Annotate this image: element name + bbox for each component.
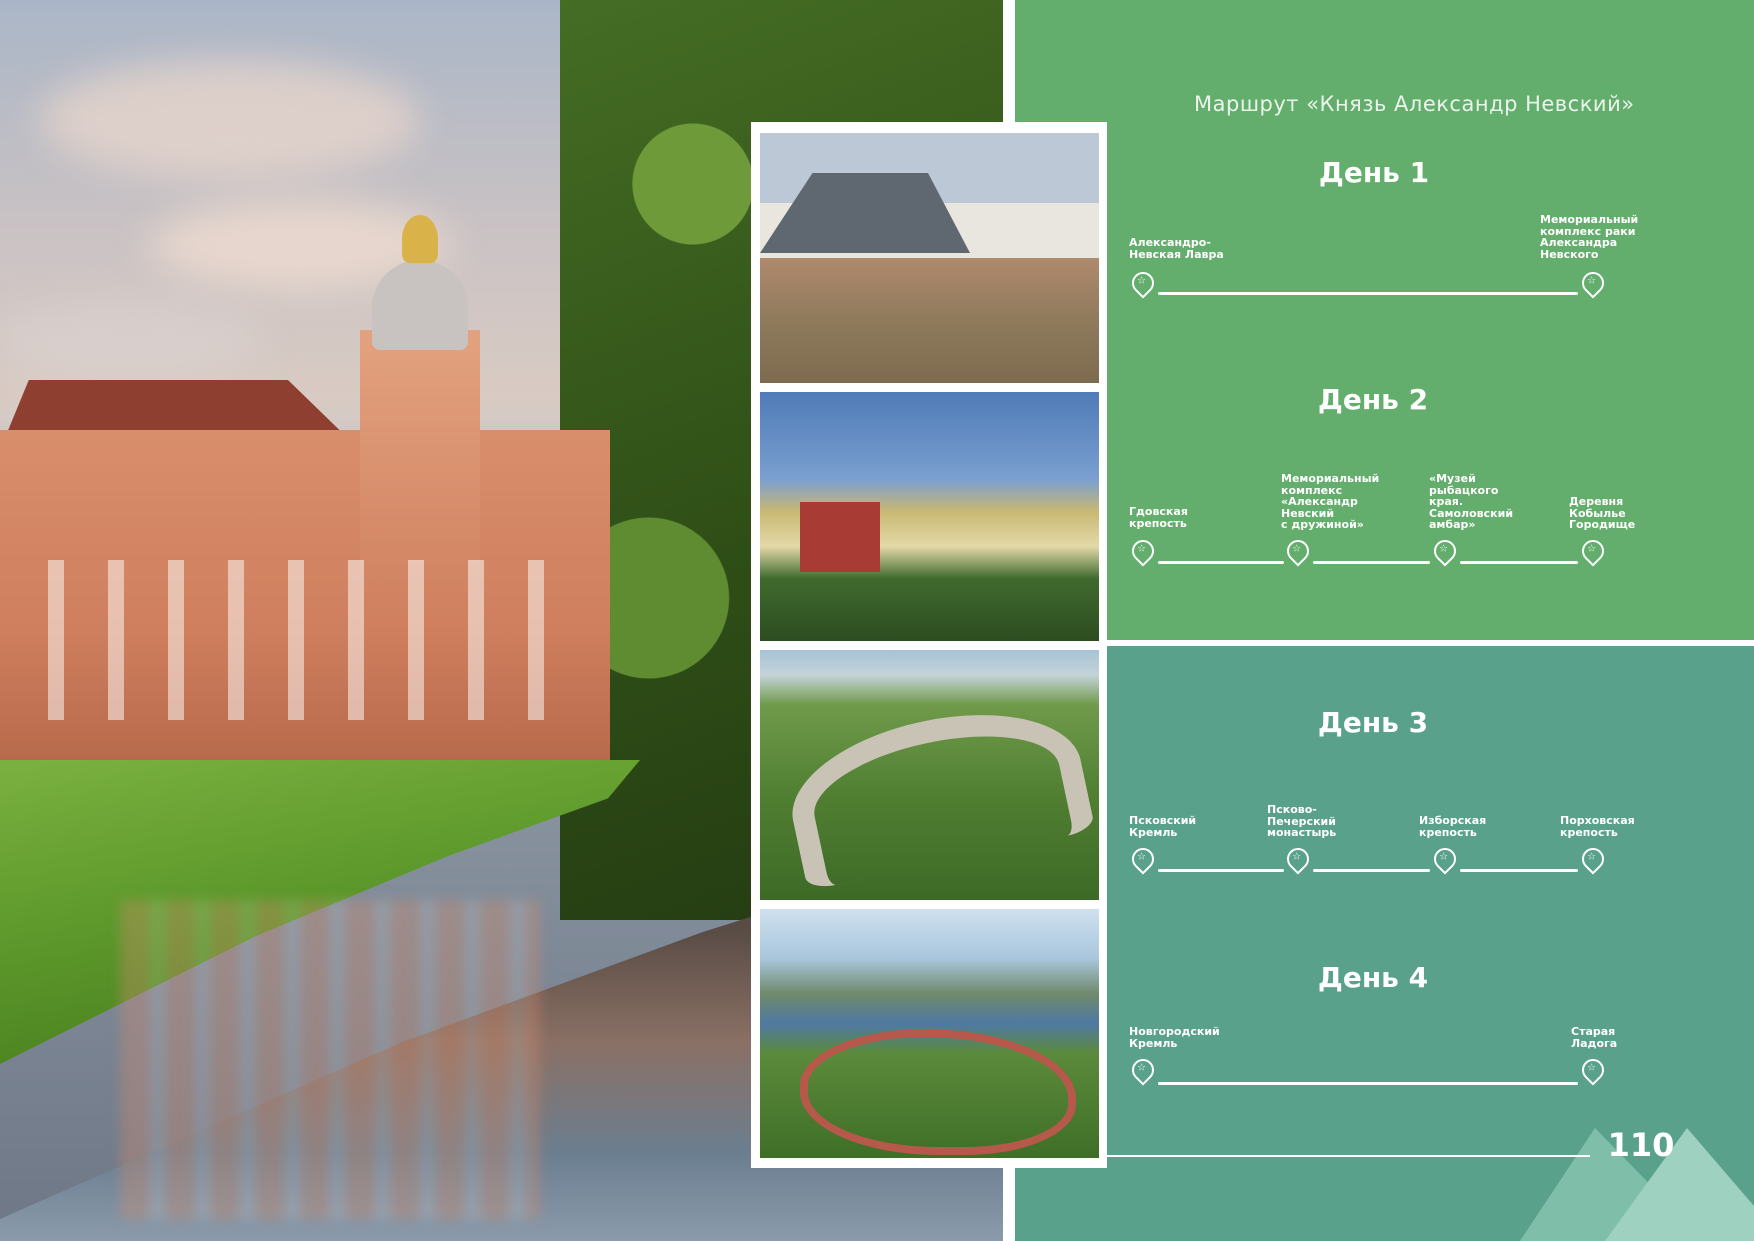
novgorod-kremlin-aerial-photo [760,908,1099,1158]
route-segment [1158,869,1284,872]
route-segment [1313,561,1430,564]
day-1-title: День 1 [1318,156,1430,189]
route-segment [1313,869,1430,872]
route-segment [1158,1082,1578,1085]
manor-house-photo [760,133,1099,383]
day-4-stop-1-label: Новгородский Кремль [1129,1025,1220,1050]
route-title: Маршрут «Князь Александр Невский» [1194,92,1635,116]
day-3-stop-4-label: Порховская крепость [1560,814,1635,839]
izborsk-fortress-photo [760,650,1099,900]
day-2-title: День 2 [1317,383,1429,416]
day-3-stop-1-label: Псковский Кремль [1129,814,1197,839]
footer-divider [1107,1155,1590,1157]
route-segment [1460,869,1578,872]
day-3-stop-3-label: Изборская крепость [1419,814,1487,839]
route-segment [1158,292,1578,295]
day-3-stop-2-label: Псково- Печерский монастырь [1267,803,1337,839]
photo-strip [751,122,1107,1168]
day-4-title: День 4 [1317,961,1429,994]
day-2-stop-1-label: Гдовская крепость [1129,505,1188,530]
pskovo-pechersky-monastery-photo [760,391,1099,641]
day-2-stop-2-label: Мемориальный комплекс «Александр Невский… [1281,472,1380,531]
route-segment [1460,561,1578,564]
day-4-stop-2-label: Старая Ладога [1571,1025,1618,1050]
day-1-stop-2-label: Мемориальный комплекс раки Александра Не… [1540,213,1639,261]
day-2-stop-3-label: «Музей рыбацкого края. Самоловский амбар… [1429,472,1514,531]
day-3-title: День 3 [1317,706,1429,739]
day-2-stop-4-label: Деревня Кобылье Городище [1569,495,1636,531]
page-number: 110 [1607,1126,1675,1164]
route-segment [1158,561,1284,564]
day-1-stop-1-label: Александро- Невская Лавра [1129,236,1224,261]
